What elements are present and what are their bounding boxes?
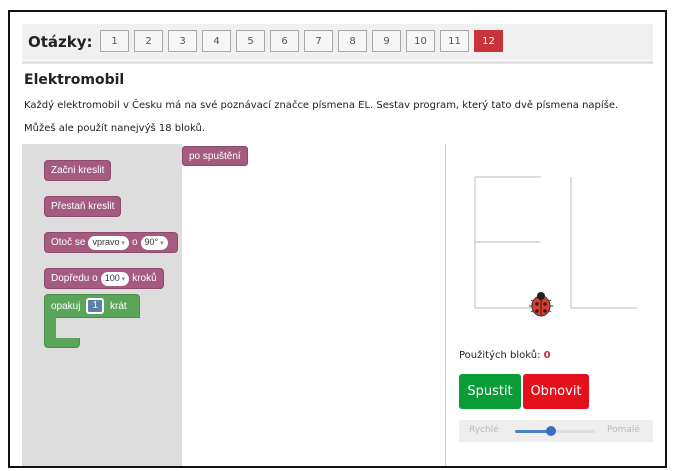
drawing-svg [474, 176, 637, 317]
start-draw-block[interactable]: Začni kreslit [44, 160, 112, 181]
question-9-button[interactable]: 9 [372, 30, 401, 52]
repeat-header: opakuj 1 krát [44, 294, 140, 318]
app-frame: Otázky: 1 2 3 4 5 6 7 8 9 10 11 12 Elektromobil Kaž… [8, 10, 667, 468]
drawing-canvas [459, 144, 653, 338]
start-draw-label: Začni kreslit [51, 165, 105, 176]
speed-slider-knob[interactable] [546, 426, 556, 436]
speed-slider-track[interactable] [515, 426, 595, 436]
used-blocks-label: Použitých bloků: [459, 350, 541, 361]
task-description: Každý elektromobil v Česku má na své poz… [24, 100, 619, 111]
repeat-block[interactable]: opakuj 1 krát [44, 294, 140, 348]
turn-mid: o [131, 237, 138, 248]
repeat-count-input[interactable]: 1 [86, 298, 105, 314]
program-workspace[interactable] [182, 144, 446, 466]
ladybug-icon [529, 292, 553, 317]
question-nav: 1 2 3 4 5 6 7 8 9 10 11 12 [100, 30, 508, 52]
used-blocks-count: 0 [543, 350, 551, 361]
forward-block[interactable]: Dopředu o 100 kroků [44, 268, 164, 289]
question-10-button[interactable]: 10 [406, 30, 435, 52]
stop-draw-label: Přestaň kreslit [51, 201, 115, 212]
forward-value-dropdown[interactable]: 100 [100, 271, 130, 286]
reset-button[interactable]: Obnovit [523, 374, 589, 409]
question-bar: Otázky: 1 2 3 4 5 6 7 8 9 10 11 12 [22, 24, 653, 60]
question-12-button[interactable]: 12 [474, 30, 503, 52]
question-2-button[interactable]: 2 [134, 30, 163, 52]
turn-block[interactable]: Otoč se vpravo o 90° [44, 232, 178, 253]
on-start-label: po spuštění [189, 150, 241, 162]
question-3-button[interactable]: 3 [168, 30, 197, 52]
question-8-button[interactable]: 8 [338, 30, 367, 52]
task-limit: Můžeš ale použít nanejvýš 18 bloků. [24, 123, 206, 134]
forward-suffix: kroků [132, 273, 157, 284]
speed-control: Rychlé Pomalé [459, 420, 653, 442]
repeat-suffix: krát [110, 300, 127, 312]
repeat-prefix: opakuj [51, 300, 81, 312]
speed-fast-label: Rychlé [469, 425, 499, 435]
question-4-button[interactable]: 4 [202, 30, 231, 52]
question-6-button[interactable]: 6 [270, 30, 299, 52]
task-title: Elektromobil [24, 72, 125, 88]
question-5-button[interactable]: 5 [236, 30, 265, 52]
questions-label: Otázky: [28, 33, 93, 51]
forward-prefix: Dopředu o [51, 273, 98, 284]
repeat-body [44, 317, 56, 339]
header-divider [22, 61, 653, 64]
repeat-footer [44, 338, 80, 348]
block-toolbox: Začni kreslit Přestaň kreslit Otoč se vp… [22, 144, 182, 466]
stop-draw-block[interactable]: Přestaň kreslit [44, 196, 122, 217]
question-11-button[interactable]: 11 [440, 30, 469, 52]
speed-slow-label: Pomalé [607, 425, 640, 435]
question-1-button[interactable]: 1 [100, 30, 129, 52]
turn-direction-dropdown[interactable]: vpravo [88, 235, 129, 250]
used-blocks: Použitých bloků: 0 [459, 350, 551, 361]
turn-prefix: Otoč se [51, 237, 86, 248]
question-7-button[interactable]: 7 [304, 30, 333, 52]
on-start-block[interactable]: po spuštění [182, 146, 248, 166]
turn-angle-dropdown[interactable]: 90° [140, 235, 168, 250]
run-button[interactable]: Spustit [459, 374, 521, 409]
